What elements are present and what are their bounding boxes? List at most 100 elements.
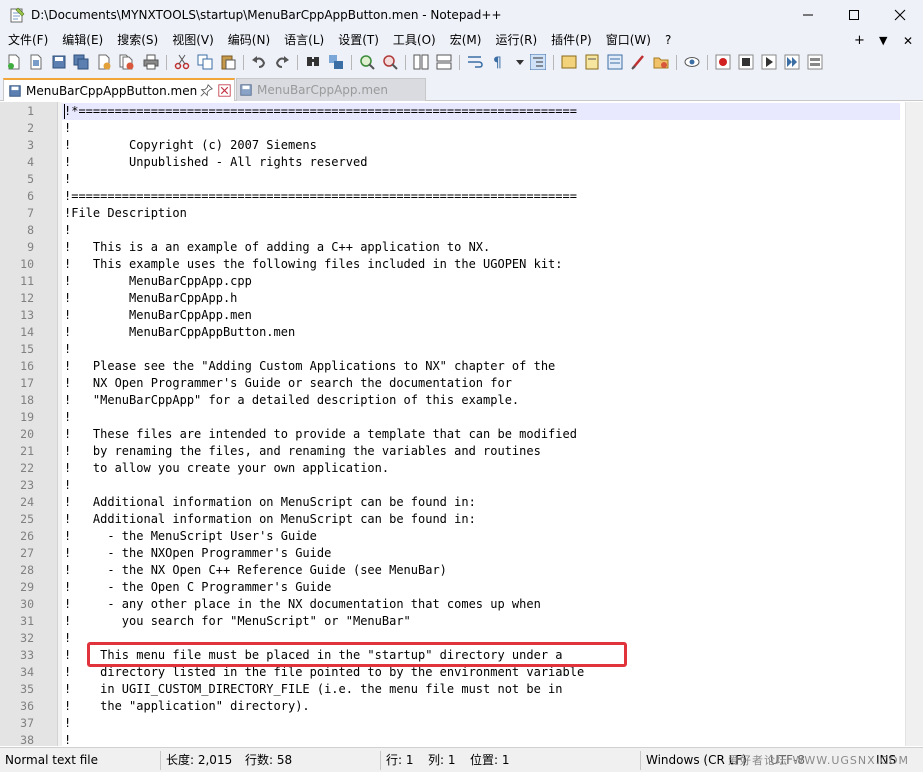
code-line[interactable]: !: [64, 715, 71, 732]
menu-tools[interactable]: 工具(O): [386, 30, 443, 51]
save-macro-icon[interactable]: [807, 54, 823, 70]
status-line: 行: 1: [386, 753, 414, 767]
code-line[interactable]: ! the "application" directory).: [64, 698, 310, 715]
code-line[interactable]: !: [64, 630, 71, 647]
close-window-button[interactable]: [877, 0, 923, 30]
code-line[interactable]: ! MenuBarCppApp.cpp: [64, 273, 252, 290]
cut-icon[interactable]: [174, 54, 190, 70]
code-line[interactable]: ! - the NX Open C++ Reference Guide (see…: [64, 562, 447, 579]
code-line[interactable]: ! - the NXOpen Programmer's Guide: [64, 545, 331, 562]
code-line[interactable]: !: [64, 477, 71, 494]
close-tab-icon[interactable]: [218, 84, 231, 97]
indent-guide-dropdown-icon[interactable]: [512, 54, 528, 70]
code-line[interactable]: ! This example uses the following files …: [64, 256, 563, 273]
close-all-icon[interactable]: [118, 54, 134, 70]
code-line[interactable]: ! in UGII_CUSTOM_DIRECTORY_FILE (i.e. th…: [64, 681, 563, 698]
copy-icon[interactable]: [197, 54, 213, 70]
status-separator: [640, 751, 641, 770]
show-all-characters-icon[interactable]: ¶: [490, 54, 506, 70]
code-line[interactable]: ! This is a an example of adding a C++ a…: [64, 239, 490, 256]
code-line[interactable]: ! Please see the "Adding Custom Applicat…: [64, 358, 555, 375]
document-map-icon[interactable]: [584, 54, 600, 70]
menu-file[interactable]: 文件(F): [0, 30, 55, 51]
pin-icon[interactable]: [200, 84, 213, 97]
line-number: 22: [20, 461, 34, 475]
indent-guide-icon[interactable]: [530, 54, 546, 70]
define-language-icon[interactable]: [561, 54, 577, 70]
menu-settings[interactable]: 设置(T): [331, 30, 386, 51]
code-line[interactable]: ! Additional information on MenuScript c…: [64, 494, 476, 511]
code-line[interactable]: !: [64, 732, 71, 746]
menu-search[interactable]: 搜索(S): [110, 30, 165, 51]
replace-icon[interactable]: [328, 54, 344, 70]
menu-language[interactable]: 语言(L): [277, 30, 331, 51]
code-line[interactable]: !: [64, 120, 71, 137]
code-line[interactable]: ! - the Open C Programmer's Guide: [64, 579, 331, 596]
code-line[interactable]: ! MenuBarCppApp.h: [64, 290, 237, 307]
menu-macro[interactable]: 宏(M): [443, 30, 489, 51]
line-number: 29: [20, 580, 34, 594]
stop-macro-icon[interactable]: [738, 54, 754, 70]
close-file-icon[interactable]: [96, 54, 112, 70]
line-number: 18: [20, 393, 34, 407]
record-macro-icon[interactable]: [715, 54, 731, 70]
maximize-button[interactable]: [831, 0, 877, 30]
tab-menubarcppapp[interactable]: MenuBarCppApp.men: [236, 78, 426, 101]
print-icon[interactable]: [143, 54, 159, 70]
menu-window[interactable]: 窗口(W): [599, 30, 658, 51]
code-line[interactable]: ! - any other place in the NX documentat…: [64, 596, 541, 613]
redo-icon[interactable]: [274, 54, 290, 70]
code-line[interactable]: ! you search for "MenuScript" or "MenuBa…: [64, 613, 411, 630]
editor[interactable]: 1 2 3 4 5 6 7 8 9 10 11 12 13 14 15 16 17 18 19 20 21 22 23 24 2…: [0, 102, 923, 746]
code-line[interactable]: !: [64, 171, 71, 188]
zoom-out-icon[interactable]: [382, 54, 398, 70]
vertical-scrollbar[interactable]: [905, 102, 923, 746]
menu-encoding[interactable]: 编码(N): [221, 30, 277, 51]
menu-view[interactable]: 视图(V): [165, 30, 221, 51]
code-line[interactable]: ! NX Open Programmer's Guide or search t…: [64, 375, 512, 392]
sync-horizontal-icon[interactable]: [436, 54, 452, 70]
tab-menubarcppappbutton[interactable]: MenuBarCppAppButton.men: [3, 78, 235, 101]
code-line[interactable]: ! MenuBarCppAppButton.men: [64, 324, 295, 341]
code-line[interactable]: !=======================================…: [64, 188, 577, 205]
code-line[interactable]: ! by renaming the files, and renaming th…: [64, 443, 541, 460]
menu-plugins[interactable]: 插件(P): [544, 30, 599, 51]
open-file-icon[interactable]: [28, 54, 44, 70]
save-all-icon[interactable]: [73, 54, 89, 70]
word-wrap-icon[interactable]: [467, 54, 483, 70]
find-icon[interactable]: [305, 54, 321, 70]
code-line[interactable]: ! to allow you create your own applicati…: [64, 460, 389, 477]
menu-run[interactable]: 运行(R): [488, 30, 544, 51]
code-line[interactable]: ! "MenuBarCppApp" for a detailed descrip…: [64, 392, 519, 409]
close-document-button[interactable]: ✕: [903, 30, 913, 51]
tab-list-dropdown-button[interactable]: ▼: [879, 30, 887, 51]
save-icon[interactable]: [51, 54, 67, 70]
monitoring-eye-icon[interactable]: [684, 54, 700, 70]
folder-icon[interactable]: [653, 54, 669, 70]
new-tab-plus-button[interactable]: +: [854, 30, 865, 51]
code-line[interactable]: ! - the MenuScript User's Guide: [64, 528, 317, 545]
code-line[interactable]: !: [64, 222, 71, 239]
menu-edit[interactable]: 编辑(E): [55, 30, 110, 51]
code-line[interactable]: ! MenuBarCppApp.men: [64, 307, 252, 324]
code-line[interactable]: ! Copyright (c) 2007 Siemens: [64, 137, 317, 154]
code-line[interactable]: !*======================================…: [64, 103, 577, 120]
play-macro-icon[interactable]: [761, 54, 777, 70]
code-line[interactable]: ! These files are intended to provide a …: [64, 426, 577, 443]
folder-workspace-icon[interactable]: [630, 54, 646, 70]
zoom-in-icon[interactable]: [359, 54, 375, 70]
menu-help[interactable]: ?: [658, 30, 678, 51]
sync-vertical-icon[interactable]: [413, 54, 429, 70]
code-line[interactable]: !: [64, 409, 71, 426]
minimize-button[interactable]: [785, 0, 831, 30]
run-macro-multiple-icon[interactable]: [784, 54, 800, 70]
code-line[interactable]: ! Additional information on MenuScript c…: [64, 511, 476, 528]
function-list-icon[interactable]: [607, 54, 623, 70]
code-line[interactable]: !: [64, 341, 71, 358]
new-file-icon[interactable]: [6, 54, 22, 70]
undo-icon[interactable]: [251, 54, 267, 70]
code-line[interactable]: !File Description: [64, 205, 187, 222]
code-line[interactable]: ! Unpublished - All rights reserved: [64, 154, 367, 171]
line-number: 34: [20, 665, 34, 679]
paste-icon[interactable]: [220, 54, 236, 70]
